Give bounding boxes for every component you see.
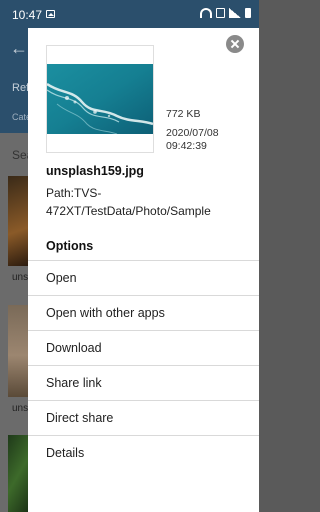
background-thumbnail	[8, 435, 30, 512]
file-date-day: 2020/07/08	[166, 127, 219, 139]
status-time: 10:47	[12, 8, 43, 22]
option-download[interactable]: Download	[28, 330, 259, 365]
options-heading: Options	[46, 239, 94, 253]
background-item-label: uns	[12, 272, 29, 283]
option-details[interactable]: Details	[28, 435, 259, 470]
background-thumbnail	[8, 305, 30, 397]
option-open-with-other-apps[interactable]: Open with other apps	[28, 295, 259, 330]
file-size: 772 KB	[166, 108, 201, 120]
status-bar: 10:47	[0, 0, 259, 28]
option-share-link[interactable]: Share link	[28, 365, 259, 400]
file-date: 2020/07/08 09:42:39	[166, 127, 219, 153]
battery-icon	[245, 8, 251, 18]
signal-icon	[229, 8, 241, 18]
file-name: unsplash159.jpg	[46, 164, 144, 178]
option-open[interactable]: Open	[28, 260, 259, 295]
options-list: Open Open with other apps Download Share…	[28, 260, 259, 470]
gallery-notification-icon	[46, 10, 55, 18]
file-date-time: 09:42:39	[166, 140, 207, 152]
background-thumbnail	[8, 176, 30, 266]
close-icon[interactable]	[226, 35, 244, 53]
background-item-label: uns	[12, 403, 29, 414]
option-direct-share[interactable]: Direct share	[28, 400, 259, 435]
ocean-photo-image	[47, 64, 153, 134]
file-options-sheet: 772 KB 2020/07/08 09:42:39 unsplash159.j…	[28, 28, 259, 512]
vibrate-icon	[216, 8, 225, 18]
arrow-left-icon: ←	[10, 38, 28, 58]
status-icons	[200, 8, 251, 18]
file-thumbnail	[46, 45, 154, 153]
wifi-icon	[200, 8, 212, 18]
file-path: Path:TVS-472XT/TestData/Photo/Sample	[46, 186, 211, 218]
